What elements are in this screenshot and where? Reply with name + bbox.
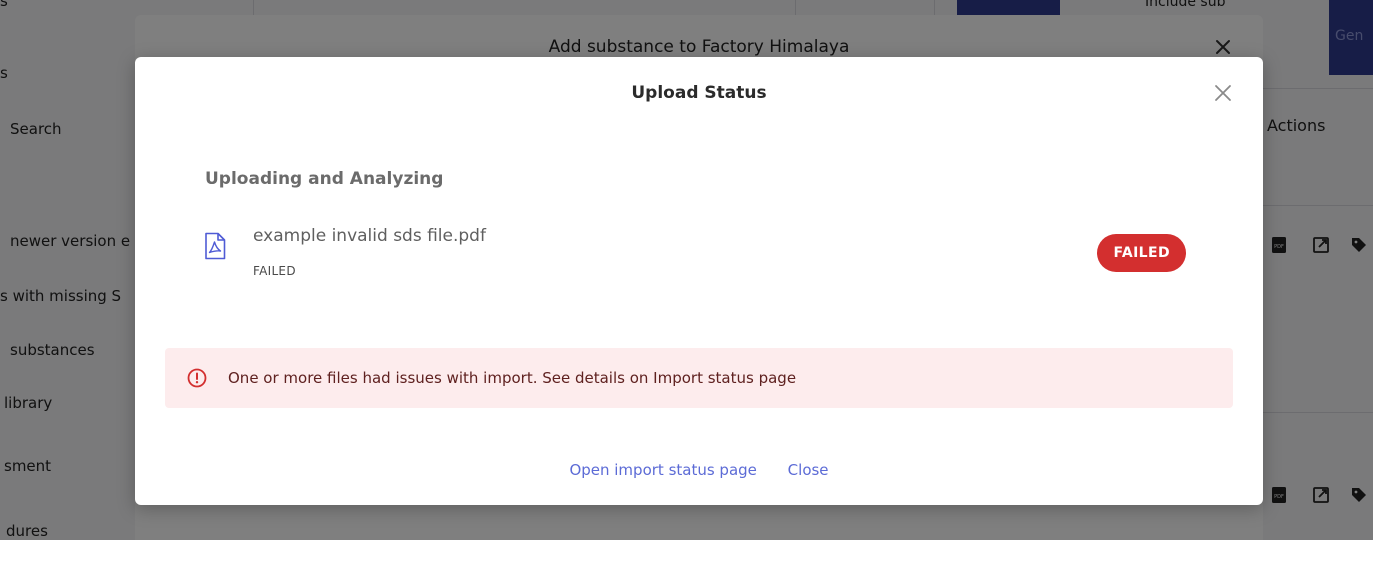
- close-button[interactable]: Close: [788, 461, 829, 479]
- section-heading: Uploading and Analyzing: [205, 169, 444, 189]
- open-import-status-link[interactable]: Open import status page: [569, 461, 756, 479]
- file-name: example invalid sds file.pdf: [253, 226, 486, 246]
- alert-message: One or more files had issues with import…: [228, 369, 797, 387]
- status-badge: FAILED: [1097, 234, 1186, 272]
- file-status: FAILED: [253, 264, 296, 278]
- modal-footer: Open import status page Close: [135, 461, 1263, 479]
- error-alert: One or more files had issues with import…: [165, 348, 1233, 408]
- close-icon[interactable]: [1213, 83, 1233, 103]
- error-circle-icon: [187, 368, 207, 388]
- file-row: example invalid sds file.pdf FAILED FAIL…: [190, 222, 1200, 288]
- upload-status-modal: Upload Status Uploading and Analyzing ex…: [135, 57, 1263, 505]
- pdf-file-icon: [205, 232, 226, 260]
- modal-title: Upload Status: [631, 83, 767, 103]
